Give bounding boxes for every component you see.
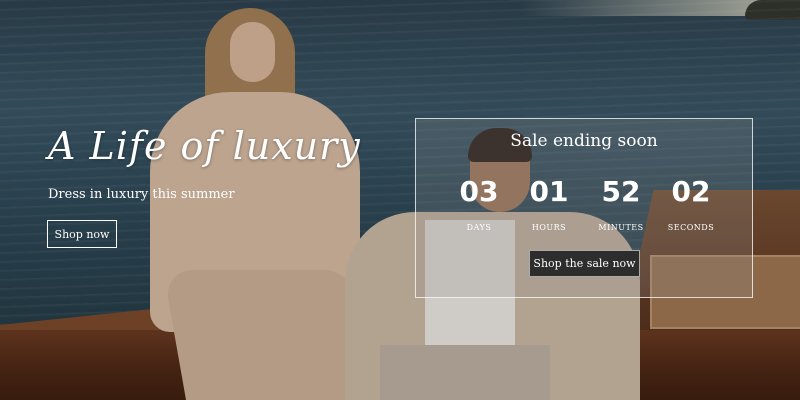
countdown-seconds-label: SECONDS xyxy=(667,223,715,232)
countdown-days: 03 DAYS xyxy=(449,175,509,233)
countdown-days-label: DAYS xyxy=(466,223,492,232)
hero-banner: A Life of luxury Dress in luxury this su… xyxy=(0,0,800,400)
sale-title: Sale ending soon xyxy=(510,131,658,151)
countdown-minutes-label: MINUTES xyxy=(598,223,644,232)
hero-subtitle: Dress in luxury this summer xyxy=(48,187,235,202)
countdown-hours-value: 01 xyxy=(529,175,569,208)
countdown-minutes: 52 MINUTES xyxy=(591,175,651,233)
countdown-hours-label: HOURS xyxy=(531,223,567,232)
shop-sale-button[interactable]: Shop the sale now xyxy=(529,250,640,277)
sale-countdown-box: Sale ending soon 03 DAYS 01 HOURS 52 MIN… xyxy=(415,118,753,298)
countdown-days-value: 03 xyxy=(459,175,499,208)
countdown-seconds: 02 SECONDS xyxy=(661,175,721,233)
countdown-seconds-value: 02 xyxy=(671,175,711,208)
shop-now-button[interactable]: Shop now xyxy=(47,220,117,248)
countdown-minutes-value: 52 xyxy=(601,175,641,208)
countdown-hours: 01 HOURS xyxy=(519,175,579,233)
hero-title: A Life of luxury xyxy=(48,124,361,168)
